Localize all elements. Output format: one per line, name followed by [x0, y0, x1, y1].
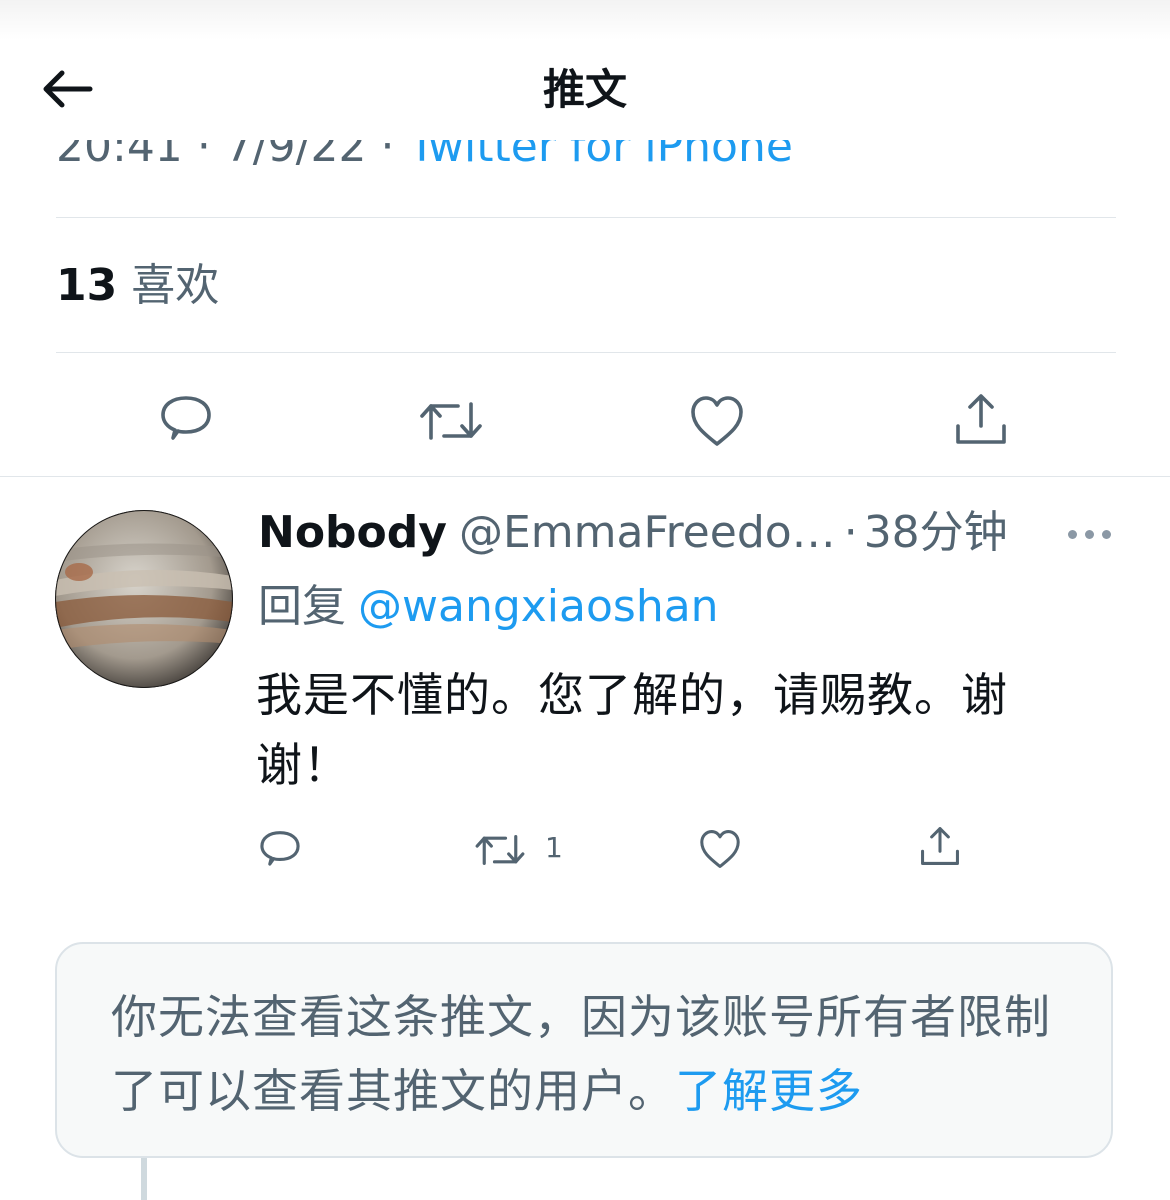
- divider: [56, 352, 1116, 353]
- notice-text: 你无法查看这条推文，因为该账号所有者限制了可以查看其推文的用户。了解更多: [111, 980, 1071, 1128]
- tweet-source-link[interactable]: Twitter for iPhone: [408, 140, 792, 170]
- reply-header: Nobody @EmmaFreedo… · 38分钟: [258, 504, 1058, 562]
- retweet-count: 1: [545, 831, 563, 864]
- status-bar-shade: [0, 0, 1170, 40]
- user-handle[interactable]: @EmmaFreedo…: [459, 507, 836, 558]
- reply-icon: [161, 396, 211, 440]
- meta-separator: ·: [196, 140, 211, 170]
- meta-separator: ·: [380, 140, 395, 170]
- likes-stat[interactable]: 13 喜欢: [56, 258, 219, 314]
- share-icon: [921, 827, 959, 865]
- navigation-bar: 推文: [0, 40, 1170, 140]
- more-options-icon: [1068, 530, 1077, 539]
- more-options-icon: [1102, 530, 1111, 539]
- like-button[interactable]: [688, 394, 746, 448]
- more-options-icon: [1085, 530, 1094, 539]
- replying-prefix: 回复: [258, 581, 346, 632]
- retweet-button[interactable]: [418, 396, 484, 446]
- retweet-icon: [420, 402, 482, 440]
- heart-icon: [700, 830, 740, 868]
- user-avatar[interactable]: [55, 510, 233, 688]
- learn-more-link[interactable]: 了解更多: [675, 1064, 863, 1118]
- tweet-time: 20:41: [56, 140, 183, 170]
- thread-connector-line: [141, 1158, 147, 1200]
- replying-to: 回复 @wangxiaoshan: [258, 578, 719, 636]
- retweet-icon: [475, 835, 525, 865]
- likes-label: 喜欢: [131, 260, 220, 311]
- reply-reply-button[interactable]: [258, 828, 302, 872]
- reply-icon: [260, 831, 300, 866]
- share-icon: [956, 394, 1006, 444]
- reply-like-button[interactable]: [698, 828, 742, 870]
- reply-share-button[interactable]: [918, 824, 962, 868]
- display-name[interactable]: Nobody: [258, 507, 447, 558]
- mention-link[interactable]: @wangxiaoshan: [358, 581, 719, 632]
- likes-count: 13: [56, 260, 118, 311]
- more-options-button[interactable]: [1068, 524, 1112, 544]
- notice-message: 你无法查看这条推文，因为该账号所有者限制了可以查看其推文的用户。: [111, 990, 1051, 1118]
- meta-separator: ·: [843, 507, 858, 558]
- tweet-timestamp-row: 20:41 · 7/9/22 · Twitter for iPhone: [0, 140, 1170, 170]
- planet-avatar-icon: [55, 510, 233, 688]
- heart-icon: [691, 396, 743, 446]
- tweet-date: 7/9/22: [224, 140, 367, 170]
- divider: [56, 217, 1116, 218]
- reply-text: 我是不懂的。您了解的，请赐教。谢谢！: [256, 668, 1008, 792]
- share-button[interactable]: [952, 390, 1010, 448]
- restricted-tweet-notice: 你无法查看这条推文，因为该账号所有者限制了可以查看其推文的用户。了解更多: [55, 942, 1113, 1158]
- reply-button[interactable]: [158, 392, 214, 448]
- divider: [0, 476, 1170, 477]
- page-title: 推文: [542, 65, 627, 114]
- reply-time[interactable]: 38分钟: [864, 507, 1008, 558]
- reply-retweet-button[interactable]: [474, 830, 526, 870]
